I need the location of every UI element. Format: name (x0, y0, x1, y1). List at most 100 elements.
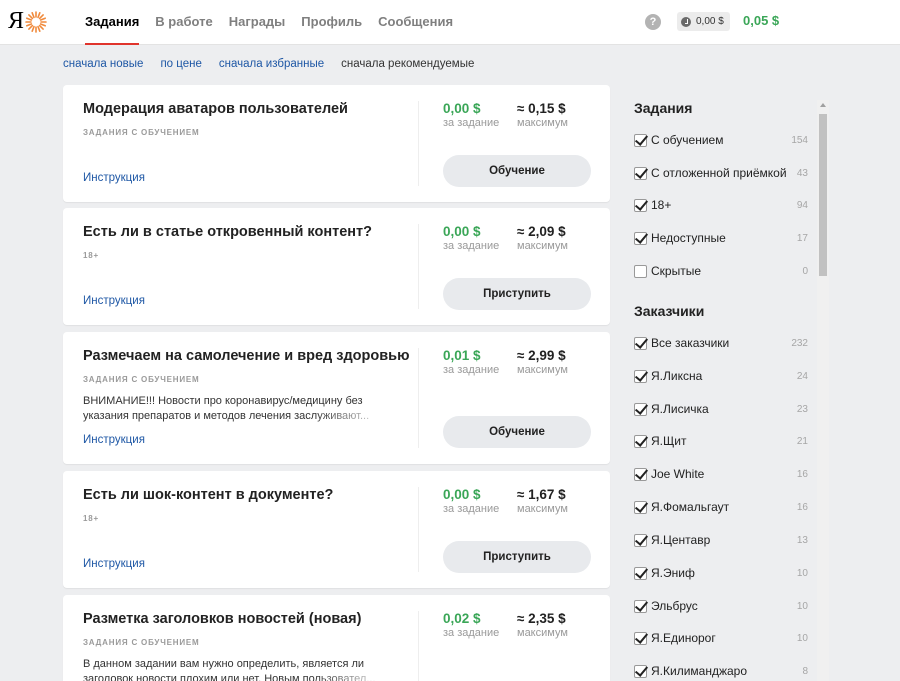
checkbox[interactable] (634, 664, 647, 678)
price-value: 0,01 $ (443, 348, 481, 363)
filter-count: 21 (796, 435, 808, 447)
checkbox[interactable] (634, 402, 647, 416)
task-card[interactable]: Есть ли шок-контент в документе? 18+ Инс… (63, 471, 610, 588)
checkbox[interactable] (634, 231, 647, 245)
max-caption: максимум (517, 117, 568, 129)
price-caption: за задание (443, 627, 500, 639)
checkbox[interactable] (634, 133, 647, 147)
filter-label: Я.Центавр (651, 533, 711, 547)
filter-count: 8 (802, 665, 808, 677)
sort-recommended: сначала рекомендуемые (341, 58, 475, 70)
task-tag: 18+ (83, 251, 99, 260)
price-value: 0,00 $ (443, 224, 481, 239)
nav-tab-tasks[interactable]: Задания (85, 0, 140, 45)
task-card[interactable]: Модерация аватаров пользователей задания… (63, 85, 610, 202)
instruction-link[interactable]: Инструкция (83, 172, 145, 184)
sort-favorites[interactable]: сначала избранные (219, 58, 324, 70)
checkbox[interactable] (634, 369, 647, 383)
task-card[interactable]: Есть ли в статье откровенный контент? 18… (63, 208, 610, 325)
filter-customer[interactable]: Эльбрус 10 (634, 598, 808, 614)
task-title[interactable]: Разметка заголовков новостей (новая) (83, 611, 361, 627)
filter-count: 10 (796, 567, 808, 579)
price-value: 0,02 $ (443, 611, 481, 626)
filter-label: Я.Фомальгаут (651, 500, 730, 514)
task-max-earning: ≈ 0,15 $ максимум (517, 101, 568, 129)
checkbox[interactable] (634, 264, 647, 278)
sidebar-scrollbar[interactable] (817, 100, 829, 681)
filter-customer[interactable]: Я.Килиманджаро 8 (634, 663, 808, 679)
scroll-up-arrow-icon[interactable] (820, 103, 826, 107)
filter-customer[interactable]: Я.Эниф 10 (634, 565, 808, 581)
filter-customer[interactable]: Я.Единорог 10 (634, 630, 808, 646)
yandex-logo[interactable]: Я (8, 8, 24, 34)
filter-18plus[interactable]: 18+ 94 (634, 197, 808, 213)
instruction-link[interactable]: Инструкция (83, 558, 145, 570)
filter-count: 13 (796, 534, 808, 546)
filter-unavailable[interactable]: Недоступные 17 (634, 230, 808, 246)
filter-customer[interactable]: Joe White 16 (634, 466, 808, 482)
instruction-link[interactable]: Инструкция (83, 295, 145, 307)
nav-tab-profile[interactable]: Профиль (301, 0, 362, 45)
task-title[interactable]: Есть ли шок-контент в документе? (83, 487, 333, 503)
task-price: 0,00 $ за задание (443, 101, 499, 129)
checkbox[interactable] (634, 198, 647, 212)
task-card[interactable]: Разметка заголовков новостей (новая) зад… (63, 595, 610, 681)
task-tag: задания с обучением (83, 638, 200, 647)
max-value: ≈ 1,67 $ (517, 487, 566, 502)
filter-with-training[interactable]: С обучением 154 (634, 132, 808, 148)
task-card[interactable]: Размечаем на самолечение и вред здоровью… (63, 332, 610, 464)
checkbox[interactable] (634, 599, 647, 613)
max-caption: максимум (517, 240, 568, 252)
checkbox[interactable] (634, 166, 647, 180)
toloka-sun-logo-icon[interactable] (24, 10, 48, 34)
checkbox[interactable] (634, 533, 647, 547)
card-divider (418, 611, 419, 681)
checkbox[interactable] (634, 336, 647, 350)
filter-label: Скрытые (651, 264, 702, 278)
filter-hidden[interactable]: Скрытые 0 (634, 263, 808, 279)
checkbox[interactable] (634, 631, 647, 645)
sort-by-price[interactable]: по цене (160, 58, 201, 70)
task-max-earning: ≈ 2,99 $ максимум (517, 348, 568, 376)
checkbox[interactable] (634, 566, 647, 580)
filter-customer[interactable]: Я.Ликсна 24 (634, 368, 808, 384)
filter-delayed-acceptance[interactable]: С отложенной приёмкой 43 (634, 165, 808, 181)
max-caption: максимум (517, 364, 568, 376)
nav-tab-messages[interactable]: Сообщения (378, 0, 453, 45)
checkbox[interactable] (634, 500, 647, 514)
filter-count: 16 (796, 501, 808, 513)
card-divider (418, 348, 419, 448)
filter-customer[interactable]: Я.Лисичка 23 (634, 401, 808, 417)
filter-count: 10 (796, 632, 808, 644)
task-price: 0,01 $ за задание (443, 348, 499, 376)
nav-tab-rewards[interactable]: Награды (229, 0, 286, 45)
card-divider (418, 487, 419, 572)
filter-count: 24 (796, 370, 808, 382)
nav-tab-in-progress[interactable]: В работе (155, 0, 212, 45)
price-caption: за задание (443, 503, 500, 515)
training-button[interactable]: Обучение (443, 416, 591, 448)
filter-customer[interactable]: Я.Щит 21 (634, 433, 808, 449)
task-title[interactable]: Есть ли в статье откровенный контент? (83, 224, 372, 240)
start-button[interactable]: Приступить (443, 541, 591, 573)
earned-balance[interactable]: 0,05 $ (743, 13, 779, 28)
instruction-link[interactable]: Инструкция (83, 434, 145, 446)
help-icon[interactable]: ? (645, 14, 661, 30)
max-caption: максимум (517, 627, 568, 639)
filter-customer[interactable]: Я.Фомальгаут 16 (634, 499, 808, 515)
task-title[interactable]: Модерация аватаров пользователей (83, 101, 348, 117)
task-title[interactable]: Размечаем на самолечение и вред здоровью (83, 348, 409, 364)
pending-balance-badge[interactable]: 0,00 $ (677, 12, 730, 31)
checkbox[interactable] (634, 467, 647, 481)
task-description: ВНИМАНИЕ!!! Новости про коронавирус/меди… (83, 394, 393, 424)
start-button[interactable]: Приступить (443, 278, 591, 310)
main-nav: Задания В работе Награды Профиль Сообщен… (85, 0, 469, 45)
filter-customer[interactable]: Я.Центавр 13 (634, 532, 808, 548)
scrollbar-thumb[interactable] (819, 114, 827, 276)
filter-customer-all[interactable]: Все заказчики 232 (634, 335, 808, 351)
training-button[interactable]: Обучение (443, 155, 591, 187)
filter-label: Недоступные (651, 231, 726, 245)
max-value: ≈ 0,15 $ (517, 101, 566, 116)
checkbox[interactable] (634, 434, 647, 448)
sort-newest[interactable]: сначала новые (63, 58, 143, 70)
